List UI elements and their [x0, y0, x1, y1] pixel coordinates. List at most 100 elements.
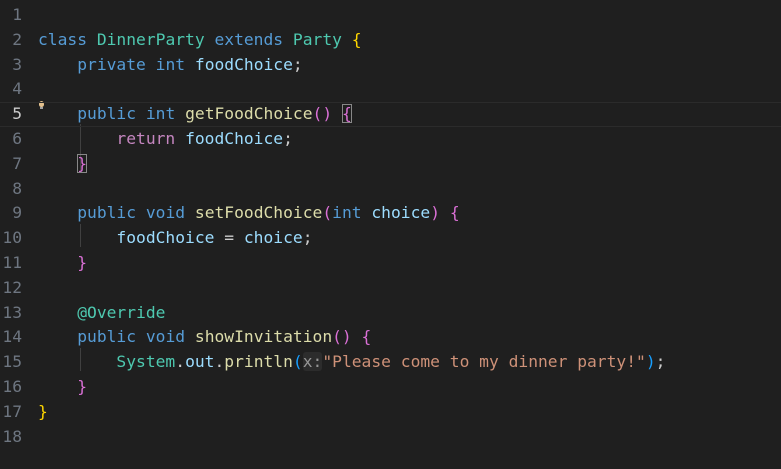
code-token: (): [332, 327, 352, 347]
line-number: 16: [2, 377, 22, 396]
line-number: 13: [2, 302, 22, 322]
code-token: foodChoice: [116, 228, 215, 248]
code-line[interactable]: 9 public void setFoodChoice(int choice) …: [0, 201, 781, 226]
code-token: public: [77, 203, 137, 223]
code-text: public void setFoodChoice(int choice) {: [38, 201, 460, 226]
code-text: return foodChoice;: [38, 127, 293, 152]
code-line[interactable]: 5 public int getFoodChoice() {: [0, 102, 781, 127]
code-line[interactable]: 15 System.out.println(x:"Please come to …: [0, 350, 781, 375]
code-line[interactable]: 4: [0, 77, 781, 102]
code-token: {: [449, 203, 460, 223]
code-token: ;: [283, 129, 293, 148]
code-token: "Please come to my dinner party!": [322, 352, 646, 372]
code-text: System.out.println(x:"Please come to my …: [38, 350, 665, 375]
code-line[interactable]: 13 @Override: [0, 301, 781, 326]
line-number: 18: [2, 426, 22, 446]
line-number: 10: [2, 228, 22, 248]
code-token: DinnerParty: [96, 29, 205, 49]
line-number: 12: [2, 277, 22, 297]
code-token: private: [77, 54, 146, 74]
code-line[interactable]: 17}: [0, 400, 781, 425]
code-line[interactable]: 7 }: [0, 152, 781, 177]
code-editor[interactable]: 1 2 class DinnerParty extends Party {3 pri…: [0, 0, 781, 469]
code-token: }: [77, 377, 88, 396]
code-line[interactable]: 10 foodChoice = choice;: [0, 226, 781, 251]
code-text: }: [38, 152, 88, 177]
code-line[interactable]: 6 return foodChoice;: [0, 127, 781, 152]
line-number: 2: [12, 29, 22, 49]
code-text: class DinnerParty extends Party {: [38, 28, 362, 53]
code-token: out: [185, 352, 215, 372]
code-token: =: [214, 228, 244, 248]
code-token: public: [77, 327, 137, 347]
code-text: public void showInvitation() {: [38, 325, 371, 350]
line-number: 6: [12, 129, 22, 148]
code-token: foodChoice: [185, 129, 284, 148]
code-line[interactable]: 11 }: [0, 251, 781, 276]
line-number: 11: [2, 253, 22, 272]
code-token: }: [77, 153, 88, 173]
code-token: {: [361, 327, 372, 347]
code-line[interactable]: 2 class DinnerParty extends Party {: [0, 28, 781, 53]
code-token: (: [322, 203, 333, 223]
code-token: ): [645, 352, 656, 372]
code-token: }: [38, 401, 48, 421]
code-token: .: [214, 352, 225, 372]
code-line[interactable]: 16 }: [0, 375, 781, 400]
code-line[interactable]: 12: [0, 276, 781, 301]
code-text: foodChoice = choice;: [38, 226, 312, 251]
code-token: {: [351, 29, 362, 49]
code-token: ;: [292, 54, 303, 74]
code-token: }: [77, 253, 88, 272]
code-token: setFoodChoice: [194, 203, 323, 223]
code-token: public: [77, 104, 137, 124]
line-number: 3: [12, 54, 22, 74]
line-number: 17: [2, 401, 22, 421]
code-token: choice: [243, 228, 303, 248]
code-token: int: [145, 104, 176, 124]
code-token: ;: [655, 352, 666, 372]
code-token: (: [292, 352, 303, 372]
code-token: void: [145, 203, 186, 223]
line-number: 9: [12, 203, 22, 223]
code-line[interactable]: 3 private int foodChoice;: [0, 53, 781, 78]
code-line[interactable]: 8: [0, 177, 781, 202]
line-number: 8: [12, 178, 22, 198]
code-line[interactable]: 1: [0, 3, 781, 28]
code-text: @Override: [38, 301, 165, 326]
code-token: ): [430, 203, 441, 223]
code-token: extends: [214, 29, 284, 49]
code-token: int: [332, 203, 362, 223]
line-number: 5: [12, 104, 22, 124]
code-token: int: [155, 54, 186, 74]
code-line[interactable]: 18: [0, 425, 781, 450]
code-token: Party: [292, 29, 342, 49]
code-line[interactable]: 14 public void showInvitation() {: [0, 325, 781, 350]
parameter-hint: x:: [302, 352, 323, 372]
code-token: System: [116, 352, 176, 372]
code-token: {: [341, 104, 352, 124]
